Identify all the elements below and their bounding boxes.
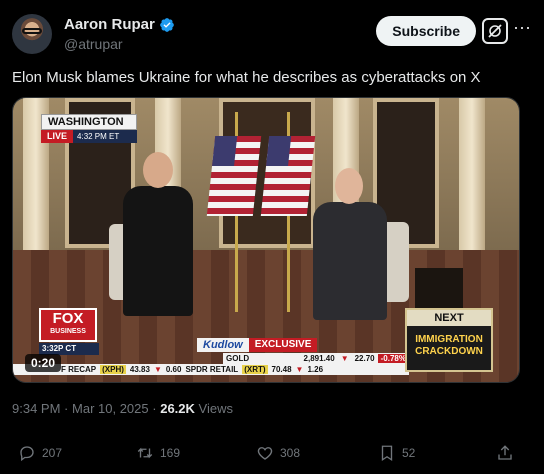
reply-count: 207: [42, 446, 63, 460]
tweet-date[interactable]: Mar 10, 2025: [72, 401, 149, 416]
bookmark-button[interactable]: 52: [378, 444, 415, 462]
location-badge: WASHINGTON LIVE 4:32 PM ET: [41, 114, 137, 143]
grok-slash-icon: [488, 24, 502, 38]
down-arrow-icon: ▼: [153, 365, 162, 374]
tweet-header: Aaron Rupar @atrupar Subscribe ···: [12, 12, 532, 56]
next-topic-line1: IMMIGRATION: [415, 334, 483, 345]
tweet-time[interactable]: 9:34 PM: [12, 401, 60, 416]
meta-separator: ·: [152, 401, 157, 416]
down-arrow-icon: ▼: [295, 365, 304, 374]
repost-button[interactable]: 169: [136, 444, 180, 462]
ticker-gold: GOLD 2,891.40 ▼ 22.70 -0.78%: [223, 353, 409, 364]
bookmark-icon: [381, 445, 393, 462]
network-logo: FOX BUSINESS: [39, 308, 97, 342]
subscribe-button[interactable]: Subscribe: [376, 16, 476, 46]
show-tag: EXCLUSIVE: [248, 338, 318, 352]
show-name: Kudlow: [197, 338, 249, 352]
live-time: 4:32 PM ET: [73, 130, 137, 143]
reply-button[interactable]: 207: [18, 444, 62, 462]
live-label: LIVE: [41, 130, 74, 143]
tweet-text: Elon Musk blames Ukraine for what he des…: [12, 69, 481, 86]
video-duration: 0:20: [25, 354, 62, 372]
views-label: Views: [198, 401, 233, 416]
author-avatar[interactable]: [12, 14, 52, 54]
ticker-bottom: F RECAP (XPH) 43.83 ▼ 0.60 SPDR RETAIL (…: [13, 364, 409, 375]
next-label: NEXT: [407, 310, 491, 326]
author-display-name[interactable]: Aaron Rupar: [64, 16, 155, 33]
author-name-row: Aaron Rupar: [64, 16, 175, 33]
action-bar: 207 169 308 52: [12, 444, 532, 464]
views-count: 26.2K: [160, 401, 195, 416]
like-button[interactable]: 308: [256, 444, 300, 462]
share-button[interactable]: [496, 444, 514, 462]
show-banner: Kudlow EXCLUSIVE: [197, 338, 318, 352]
meta-separator: ·: [64, 401, 69, 416]
repost-count: 169: [160, 446, 181, 460]
next-topic-line2: CRACKDOWN: [415, 346, 483, 357]
reply-icon: [20, 446, 34, 462]
verified-badge-icon: [160, 17, 174, 32]
author-handle[interactable]: @atrupar: [64, 36, 123, 52]
video-player[interactable]: WASHINGTON LIVE 4:32 PM ET FOX BUSINESS …: [12, 97, 520, 383]
heart-icon: [257, 447, 273, 460]
next-up-box: NEXT IMMIGRATION CRACKDOWN: [405, 308, 493, 372]
repost-icon: [137, 447, 153, 459]
like-count: 308: [280, 446, 301, 460]
share-icon: [498, 445, 512, 460]
more-options-icon[interactable]: ···: [512, 18, 532, 40]
bookmark-count: 52: [402, 446, 416, 460]
grok-icon[interactable]: [482, 18, 508, 44]
location-city: WASHINGTON: [41, 114, 137, 130]
down-arrow-icon: ▼: [340, 354, 349, 363]
tweet-meta: 9:34 PM · Mar 10, 2025 · 26.2K Views: [12, 401, 233, 416]
